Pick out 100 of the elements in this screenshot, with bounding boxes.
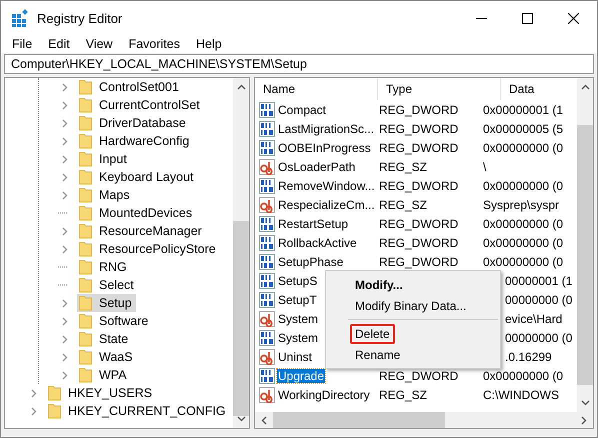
menu-item[interactable]: Edit <box>40 37 78 51</box>
value-data: C:\WINDOWS <box>483 388 559 402</box>
tree-item[interactable]: State <box>77 330 132 348</box>
close-icon[interactable] <box>568 12 579 24</box>
binary-value-icon <box>259 234 275 250</box>
binary-value-icon <box>259 368 275 384</box>
menu-item[interactable]: Modify... <box>350 274 408 294</box>
chevron-icon[interactable] <box>31 388 37 398</box>
value-name[interactable]: RollbackActive <box>277 236 358 250</box>
chevron-icon[interactable] <box>62 298 68 308</box>
value-data: 0x00000000 (0 <box>483 140 564 154</box>
chevron-icon[interactable] <box>62 136 68 146</box>
value-name[interactable]: System <box>277 330 320 344</box>
chevron-icon[interactable] <box>62 118 68 128</box>
value-data: Sysprep\syspr <box>483 198 560 212</box>
scroll-right-icon[interactable] <box>581 416 587 424</box>
tree-item[interactable]: WPA <box>77 366 131 384</box>
maximize-icon[interactable] <box>522 12 533 24</box>
folder-icon <box>79 241 92 257</box>
folder-icon <box>79 367 92 383</box>
chevron-icon[interactable] <box>62 82 68 92</box>
chevron-icon[interactable] <box>62 190 68 200</box>
chevron-icon[interactable] <box>62 100 68 110</box>
chevron-icon[interactable] <box>62 370 68 380</box>
scrollbar[interactable] <box>233 78 249 428</box>
folder-icon <box>79 79 92 95</box>
value-name[interactable]: RemoveWindow... <box>277 178 376 192</box>
tree-item[interactable]: Setup <box>77 294 136 312</box>
tree-item[interactable]: MountedDevices <box>77 204 196 222</box>
binary-value-icon <box>259 178 275 194</box>
value-data: \ <box>483 160 486 174</box>
value-name[interactable]: Upgrade <box>277 368 326 382</box>
menu-item[interactable]: File <box>4 37 40 51</box>
value-type: REG_DWORD <box>379 254 458 268</box>
scroll-down-icon[interactable] <box>236 416 246 422</box>
tree-item[interactable]: HardwareConfig <box>77 132 194 150</box>
tree-item[interactable]: ControlSet001 <box>77 78 183 96</box>
tree-item[interactable]: Select <box>77 276 138 294</box>
value-type: REG_SZ <box>379 160 428 174</box>
value-name[interactable]: OOBEInProgress <box>277 140 372 154</box>
tree-item[interactable]: HKEY_USERS <box>46 384 156 402</box>
string-value-icon <box>259 310 275 326</box>
value-data: 0x00000000 (0 <box>483 254 564 268</box>
folder-icon <box>79 133 92 149</box>
value-name[interactable]: System <box>277 312 320 326</box>
tree-item[interactable]: CurrentControlSet <box>77 96 204 114</box>
address-field[interactable]: Computer\HKEY_LOCAL_MACHINE\SYSTEM\Setup <box>4 54 594 74</box>
tree-item[interactable]: HKEY_CURRENT_CONFIG <box>46 402 230 420</box>
scrollbar[interactable] <box>577 78 593 412</box>
chevron-icon[interactable] <box>62 316 68 326</box>
tree-item[interactable]: Keyboard Layout <box>77 168 198 186</box>
chevron-icon[interactable] <box>62 352 68 362</box>
scroll-down-icon[interactable] <box>580 400 590 406</box>
folder-icon <box>48 403 61 419</box>
value-name[interactable]: Uninst <box>277 350 314 364</box>
column-header[interactable]: Type <box>378 78 501 100</box>
scroll-left-icon[interactable] <box>261 416 267 424</box>
scroll-up-icon[interactable] <box>580 84 590 90</box>
menu-item[interactable]: Modify Binary Data... <box>350 296 472 316</box>
menu-item[interactable]: Rename <box>350 344 406 364</box>
tree-item[interactable]: ResourceManager <box>77 222 206 240</box>
value-name[interactable]: RespecializeCm... <box>277 198 376 212</box>
menu-item[interactable]: Help <box>188 37 230 51</box>
tree-item[interactable]: Maps <box>77 186 134 204</box>
value-name[interactable]: SetupT <box>277 292 318 306</box>
tree-item[interactable]: Software <box>77 312 152 330</box>
folder-icon <box>79 205 92 221</box>
menu-item[interactable]: Favorites <box>120 37 188 51</box>
folder-icon <box>79 187 92 203</box>
tree-item[interactable]: ResourcePolicyStore <box>77 240 220 258</box>
tree-item[interactable]: WaaS <box>77 348 137 366</box>
scroll-up-icon[interactable] <box>236 84 246 90</box>
window-title: Registry Editor <box>37 10 122 26</box>
tree-item[interactable]: DriverDatabase <box>77 114 190 132</box>
column-header[interactable]: Name <box>255 78 378 100</box>
menu-item[interactable]: Delete <box>350 324 395 344</box>
chevron-icon[interactable] <box>62 334 68 344</box>
folder-icon <box>79 331 92 347</box>
value-name[interactable]: LastMigrationSc... <box>277 122 376 136</box>
folder-icon <box>79 97 92 113</box>
value-name[interactable]: WorkingDirectory <box>277 388 371 402</box>
chevron-icon[interactable] <box>62 244 68 254</box>
chevron-icon[interactable] <box>62 226 68 236</box>
binary-value-icon <box>259 254 275 270</box>
value-name[interactable]: OsLoaderPath <box>277 160 356 174</box>
scrollbar[interactable] <box>255 412 593 428</box>
tree-item[interactable]: Input <box>77 150 131 168</box>
chevron-icon[interactable] <box>62 172 68 182</box>
value-name[interactable]: SetupPhase <box>277 254 344 268</box>
value-type: REG_DWORD <box>379 368 458 382</box>
value-data: .0.16299 <box>505 350 552 364</box>
chevron-icon[interactable] <box>62 154 68 164</box>
registry-icon <box>11 9 29 27</box>
value-name[interactable]: Compact <box>277 102 328 116</box>
value-name[interactable]: RestartSetup <box>277 216 350 230</box>
menu-item[interactable]: View <box>78 37 121 51</box>
string-value-icon <box>259 386 275 402</box>
chevron-icon[interactable] <box>31 406 37 416</box>
value-name[interactable]: SetupS <box>277 274 318 288</box>
tree-item[interactable]: RNG <box>77 258 131 276</box>
